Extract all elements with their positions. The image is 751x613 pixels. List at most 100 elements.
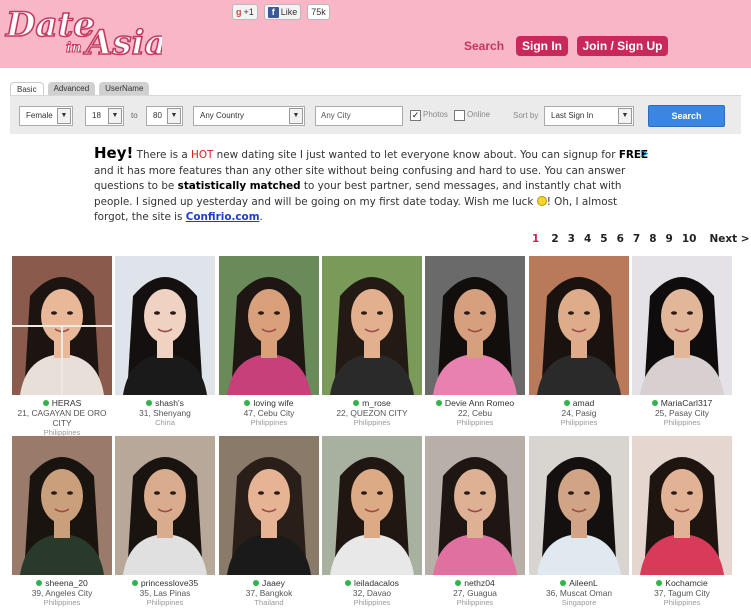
profile-name[interactable]: loving wife	[253, 398, 293, 408]
profile-card[interactable]: nethz04 27, Guagua Philippines	[425, 436, 525, 608]
profile-photo[interactable]	[12, 256, 112, 395]
age-from-select[interactable]: 18 ▼	[85, 106, 124, 126]
face-shape	[661, 289, 703, 343]
profile-name-row[interactable]: Kochamcie	[632, 578, 732, 588]
profile-photo[interactable]	[12, 436, 112, 575]
profile-name-row[interactable]: princesslove35	[115, 578, 215, 588]
profile-name-row[interactable]: amad	[529, 398, 629, 408]
page-link-4[interactable]: 4	[584, 233, 591, 245]
age-to-select[interactable]: 80 ▼	[146, 106, 183, 126]
profile-photo[interactable]	[632, 256, 732, 395]
next-page-link[interactable]: Next >	[709, 233, 749, 245]
profile-card[interactable]: AileenL 36, Muscat Oman Singapore	[529, 436, 629, 608]
collage-divider-h	[12, 325, 112, 327]
profile-card[interactable]: loving wife 47, Cebu City Philippines	[219, 256, 319, 428]
profile-photo[interactable]	[322, 436, 422, 575]
profile-name-row[interactable]: Jaaey	[219, 578, 319, 588]
search-button[interactable]: Search	[648, 105, 725, 127]
profile-card[interactable]: princesslove35 35, Las Pinas Philippines	[115, 436, 215, 608]
profile-card[interactable]: sheena_20 39, Angeles City Philippines	[12, 436, 112, 608]
profile-name[interactable]: m_rose	[362, 398, 391, 408]
profile-name[interactable]: leiladacalos	[354, 578, 399, 588]
profile-card[interactable]: MariaCarl317 25, Pasay City Philippines	[632, 256, 732, 428]
profile-age-city: 37, Tagum City	[654, 588, 710, 598]
online-status-icon	[146, 400, 153, 406]
page-link-8[interactable]: 8	[649, 233, 656, 245]
sign-in-button[interactable]: Sign In	[516, 36, 568, 56]
country-select[interactable]: Any Country ▼	[193, 106, 305, 126]
profile-age-city: 31, Shenyang	[139, 408, 191, 418]
online-checkbox[interactable]	[454, 110, 465, 121]
profile-name[interactable]: Jaaey	[262, 578, 285, 588]
profile-name-row[interactable]: sheena_20	[12, 578, 112, 588]
photos-checkbox[interactable]: ✓	[410, 110, 421, 121]
profile-name[interactable]: Kochamcie	[665, 578, 708, 588]
page-link-10[interactable]: 10	[682, 233, 697, 245]
page-link-1[interactable]: 1	[532, 233, 539, 245]
sort-select[interactable]: Last Sign In ▼	[544, 106, 634, 126]
profile-photo[interactable]	[115, 436, 215, 575]
nav-search-link[interactable]: Search	[464, 39, 504, 53]
profile-card[interactable]: Kochamcie 37, Tagum City Philippines	[632, 436, 732, 608]
profile-name[interactable]: AileenL	[569, 578, 598, 588]
profile-name-row[interactable]: AileenL	[529, 578, 629, 588]
profile-name[interactable]: shash's	[155, 398, 184, 408]
portrait-image	[632, 436, 732, 575]
gender-select[interactable]: Female ▼	[19, 106, 73, 126]
profile-card[interactable]: amad 24, Pasig Philippines	[529, 256, 629, 428]
date-in-asia-logo[interactable]: Date in Asia	[4, 2, 162, 62]
profile-name-row[interactable]: leiladacalos	[322, 578, 422, 588]
page-link-5[interactable]: 5	[600, 233, 607, 245]
profile-name-row[interactable]: m_rose	[322, 398, 422, 408]
profile-photo[interactable]	[219, 256, 319, 395]
profile-card[interactable]: m_rose 22, QUEZON CITY Philippines	[322, 256, 422, 428]
page-link-3[interactable]: 3	[568, 233, 575, 245]
profile-photo[interactable]	[425, 256, 525, 395]
profile-name-row[interactable]: HERAS	[12, 398, 112, 408]
profile-card[interactable]: shash's 31, Shenyang China	[115, 256, 215, 428]
profile-photo[interactable]	[115, 256, 215, 395]
portrait-image	[115, 256, 215, 395]
profile-country: Thailand	[254, 598, 284, 607]
profile-name[interactable]: nethz04	[464, 578, 495, 588]
page-link-2[interactable]: 2	[551, 233, 558, 245]
profile-age-city: 24, Pasig	[561, 408, 597, 418]
profile-name-row[interactable]: nethz04	[425, 578, 525, 588]
eye-right	[584, 311, 590, 315]
profile-name-row[interactable]: shash's	[115, 398, 215, 408]
profile-name[interactable]: HERAS	[52, 398, 82, 408]
tab-username[interactable]: UserName	[99, 82, 150, 95]
profile-card[interactable]: Devie Ann Romeo 22, Cebu Philippines	[425, 256, 525, 428]
tab-advanced[interactable]: Advanced	[47, 82, 96, 95]
eye-left	[568, 311, 574, 315]
city-input[interactable]: Any City	[315, 106, 403, 126]
profile-name[interactable]: MariaCarl317	[661, 398, 713, 408]
page-link-6[interactable]: 6	[617, 233, 624, 245]
profile-photo[interactable]	[632, 436, 732, 575]
profile-name[interactable]: amad	[573, 398, 595, 408]
google-plus-button[interactable]: g +1	[232, 4, 258, 20]
page-link-9[interactable]: 9	[666, 233, 673, 245]
profile-photo[interactable]	[322, 256, 422, 395]
join-sign-up-button[interactable]: Join / Sign Up	[577, 36, 668, 56]
confirio-link[interactable]: Confirio.com	[186, 211, 260, 223]
ad-choices-icon[interactable]: ▷	[641, 148, 653, 158]
facebook-like-button[interactable]: f Like	[263, 4, 302, 20]
profile-name[interactable]: Devie Ann Romeo	[445, 398, 514, 408]
profile-name-row[interactable]: loving wife	[219, 398, 319, 408]
profile-photo[interactable]	[529, 256, 629, 395]
eye-left	[361, 491, 367, 495]
profile-photo[interactable]	[425, 436, 525, 575]
profile-name-row[interactable]: MariaCarl317	[632, 398, 732, 408]
profile-name[interactable]: sheena_20	[45, 578, 88, 588]
page-link-7[interactable]: 7	[633, 233, 640, 245]
profile-photo[interactable]	[219, 436, 319, 575]
profile-card[interactable]: Jaaey 37, Bangkok Thailand	[219, 436, 319, 608]
profile-card[interactable]: HERAS 21, CAGAYAN DE ORO CITY Philippines	[12, 256, 112, 438]
face-shape	[248, 289, 290, 343]
profile-card[interactable]: leiladacalos 32, Davao Philippines	[322, 436, 422, 608]
tab-basic[interactable]: Basic	[10, 82, 44, 95]
profile-photo[interactable]	[529, 436, 629, 575]
profile-name[interactable]: princesslove35	[141, 578, 198, 588]
profile-name-row[interactable]: Devie Ann Romeo	[425, 398, 525, 408]
